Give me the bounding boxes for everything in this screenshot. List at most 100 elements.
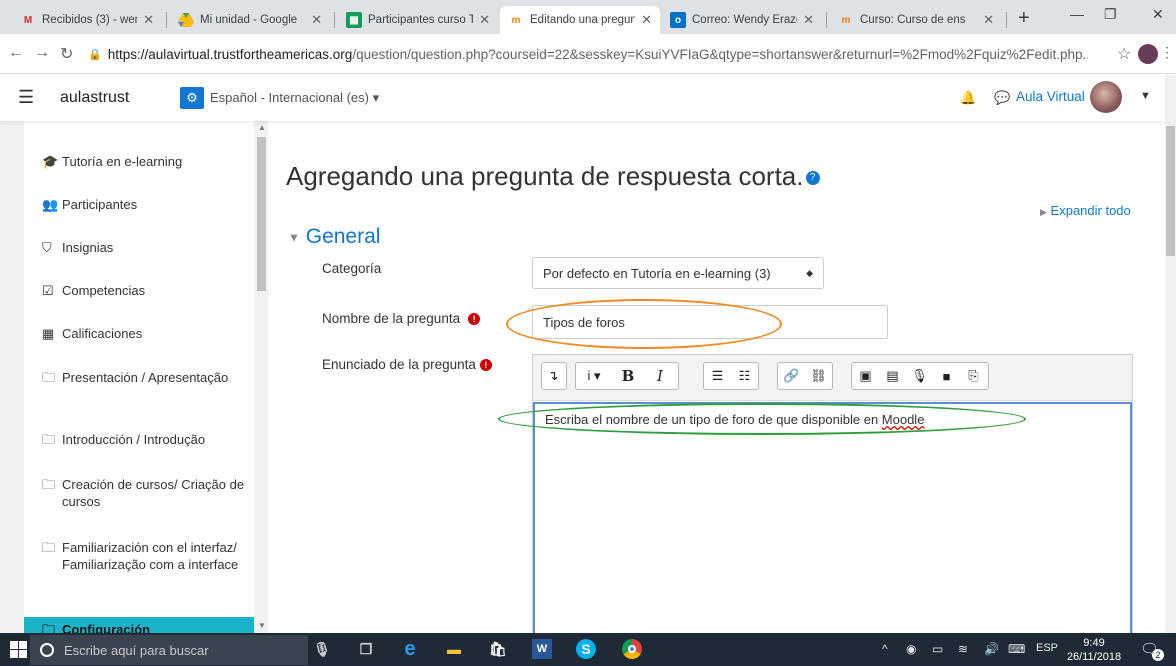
bookmark-star-icon[interactable]: ☆ (1117, 44, 1131, 64)
drawer-item-introduccion[interactable]: 🗀 Introducción / Introdução (42, 431, 247, 448)
close-tab-icon[interactable]: ✕ (311, 12, 322, 28)
show-hidden-icons-icon[interactable]: ^ (882, 642, 888, 656)
drawer-item-presentacion[interactable]: 🗀 Presentación / Apresentação (42, 369, 247, 386)
question-name-label-text: Nombre de la pregunta (322, 311, 461, 326)
url-field[interactable]: 🔒 https://aulavirtual.trustfortheamerica… (88, 41, 1088, 67)
hamburger-menu-icon[interactable]: ☰ (18, 87, 34, 108)
record-audio-icon[interactable]: 🎙 (906, 363, 933, 389)
system-clock[interactable]: 9:49 26/11/2018 (1066, 636, 1122, 664)
paragraph-style-icon[interactable]: i ▾ (576, 363, 612, 389)
keyboard-icon[interactable]: ⌨ (1008, 642, 1025, 656)
drawer-item-label: Introducción / Introdução (62, 432, 206, 447)
drawer-scrollbar-thumb[interactable] (257, 137, 266, 291)
drawer-item-label: Competencias (62, 283, 146, 298)
tab-gmail[interactable]: M Recibidos (3) - wend ✕ (12, 6, 162, 34)
outlook-icon: o (670, 12, 686, 28)
close-window-icon[interactable]: ✕ (1152, 6, 1164, 23)
scroll-up-icon[interactable]: ▲ (258, 123, 266, 132)
notification-count-badge: 2 (1152, 649, 1164, 661)
scroll-down-icon[interactable]: ▼ (258, 621, 266, 630)
cortana-icon (40, 643, 54, 657)
expand-all-link[interactable]: ▶ Expandir todo (1040, 203, 1131, 218)
close-tab-icon[interactable]: ✕ (479, 12, 490, 28)
file-explorer-icon[interactable]: ▬ (444, 639, 464, 659)
task-view-icon[interactable]: ❐ (356, 639, 376, 659)
close-tab-icon[interactable]: ✕ (143, 12, 154, 28)
volume-icon[interactable]: 🔊 (984, 642, 999, 656)
unordered-list-icon[interactable]: ☰ (704, 363, 731, 389)
close-tab-icon[interactable]: ✕ (983, 12, 994, 28)
page-scrollbar-thumb[interactable] (1166, 126, 1175, 256)
user-avatar[interactable] (1090, 81, 1122, 113)
toolbar-group: 🔗 ⛓ (777, 362, 833, 390)
wifi-icon[interactable]: ≋ (958, 642, 968, 656)
check-square-icon: ☑ (42, 283, 54, 298)
nav-drawer: 🎓 Tutoría en e-learning 👥 Participantes … (0, 121, 268, 633)
chrome-menu-icon[interactable]: ⋮ (1160, 44, 1174, 61)
drawer-item-label: Tutoría en e-learning (62, 154, 183, 169)
tab-google-drive[interactable]: Mi unidad - Google ✕ (170, 6, 330, 34)
word-icon[interactable]: W (532, 639, 552, 659)
record-video-icon[interactable]: ■ (933, 363, 960, 389)
chrome-icon[interactable] (622, 639, 642, 659)
question-text-label: Enunciado de la pregunta! (322, 357, 492, 372)
section-general-toggle[interactable]: ▼ General (288, 225, 380, 249)
restore-icon[interactable]: ❐ (1104, 6, 1117, 23)
folder-icon: 🗀 (42, 622, 56, 633)
notifications-bell-icon[interactable]: 🔔 (960, 90, 976, 106)
skype-icon[interactable]: S (576, 639, 596, 659)
drawer-item-competencias[interactable]: ☑ Competencias (42, 282, 247, 299)
question-name-input[interactable] (532, 305, 888, 339)
category-select[interactable]: Por defecto en Tutoría en e-learning (3)… (532, 257, 824, 289)
input-language[interactable]: ESP (1036, 642, 1058, 654)
drawer-item-configuracion[interactable]: 🗀 Configuración (24, 617, 254, 633)
ordered-list-icon[interactable]: ☷ (731, 363, 758, 389)
settings-gear-icon[interactable]: ⚙ (180, 87, 204, 109)
close-tab-icon[interactable]: ✕ (641, 12, 652, 28)
drawer-item-insignias[interactable]: ⛉ Insignias (42, 239, 247, 256)
show-more-buttons-icon[interactable]: ↴ (542, 363, 564, 389)
tab-sheets[interactable]: ▦ Participantes curso T ✕ (338, 6, 498, 34)
taskbar-search-box[interactable]: Escribe aquí para buscar (30, 635, 308, 665)
editor-content-area[interactable]: Escriba el nombre de un tipo de foro de … (533, 402, 1132, 634)
drawer-item-label: Participantes (62, 197, 138, 212)
tab-title: Participantes curso T (368, 14, 474, 26)
edge-icon[interactable]: e (400, 638, 420, 660)
bold-icon[interactable]: B (612, 363, 644, 389)
insert-media-icon[interactable]: ▤ (879, 363, 906, 389)
battery-icon[interactable]: ▭ (932, 642, 943, 656)
back-icon[interactable]: ← (8, 44, 24, 62)
drawer-item-participantes[interactable]: 👥 Participantes (42, 196, 247, 213)
italic-icon[interactable]: I (644, 363, 676, 389)
tab-course[interactable]: m Curso: Curso de ens ✕ (830, 6, 1002, 34)
close-tab-icon[interactable]: ✕ (803, 12, 814, 28)
tab-editing-question[interactable]: m Editando una pregun ✕ (500, 6, 660, 34)
forward-icon[interactable]: → (34, 44, 50, 62)
drawer-item-tutoria[interactable]: 🎓 Tutoría en e-learning (42, 153, 247, 170)
store-icon[interactable]: 🛍 (488, 639, 508, 659)
microphone-icon[interactable]: 🎙 (312, 639, 332, 659)
insert-image-icon[interactable]: ▣ (852, 363, 879, 389)
manage-files-icon[interactable]: ⎘ (960, 363, 987, 389)
user-menu-name[interactable]: Aula Virtual (1016, 89, 1085, 104)
drawer-item-calificaciones[interactable]: ▦ Calificaciones (42, 325, 247, 342)
link-icon[interactable]: 🔗 (778, 363, 805, 389)
new-tab-button[interactable]: + (1018, 7, 1030, 30)
minimize-icon[interactable]: — (1070, 6, 1084, 22)
record-icon[interactable]: ◉ (906, 642, 916, 656)
tab-outlook[interactable]: o Correo: Wendy Erazo ✕ (662, 6, 822, 34)
drawer-item-creacion[interactable]: 🗀 Creación de cursos/ Criação de cursos (42, 476, 247, 510)
folder-icon: 🗀 (42, 432, 56, 447)
chevron-down-icon[interactable]: ▼ (1140, 90, 1151, 102)
language-selector[interactable]: Español - Internacional (es) ▾ (210, 90, 379, 106)
drawer-item-familiarizacion[interactable]: 🗀 Familiarización con el interfaz/ Famil… (42, 539, 247, 573)
profile-avatar[interactable] (1138, 44, 1158, 64)
clock-date: 26/11/2018 (1066, 651, 1122, 663)
windows-start-icon[interactable] (10, 641, 28, 659)
unlink-icon[interactable]: ⛓ (805, 363, 832, 389)
site-brand[interactable]: aulastrust (60, 89, 129, 107)
reload-icon[interactable]: ↻ (60, 44, 73, 64)
help-icon[interactable]: ? (805, 171, 820, 186)
folder-icon: 🗀 (42, 370, 56, 385)
messages-icon[interactable]: 💬 (994, 90, 1010, 106)
